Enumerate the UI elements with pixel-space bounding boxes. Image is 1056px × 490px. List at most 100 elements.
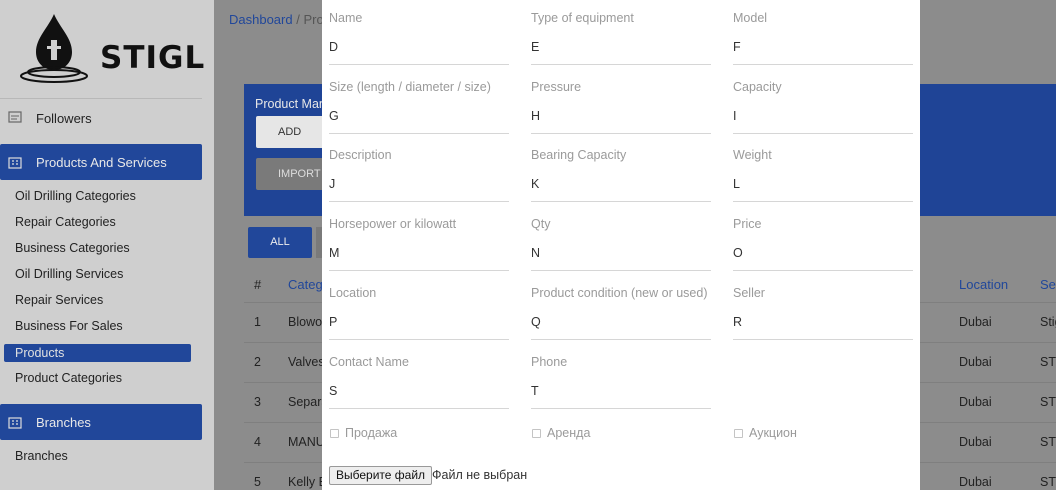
sidebar-item-followers[interactable]: Followers bbox=[0, 100, 202, 136]
field-label: Phone bbox=[531, 355, 568, 369]
divider bbox=[0, 98, 202, 99]
import-button[interactable]: IMPORT bbox=[256, 158, 328, 190]
phone-input[interactable]: T bbox=[531, 384, 711, 409]
capacity-input[interactable]: I bbox=[733, 109, 913, 134]
file-status-text: Файл не выбран bbox=[432, 468, 528, 482]
qty-input[interactable]: N bbox=[531, 246, 711, 271]
cell-seller: STI bbox=[1040, 475, 1056, 489]
cell-number: 1 bbox=[254, 315, 261, 329]
sidebar-subitem-repair-services[interactable]: Repair Services bbox=[15, 293, 103, 307]
logo-text: STIGL bbox=[100, 40, 206, 76]
pressure-field: Pressure H bbox=[531, 80, 711, 134]
phone-field: Phone T bbox=[531, 355, 711, 409]
field-label: Contact Name bbox=[329, 355, 409, 369]
sidebar-subitem-business-categories[interactable]: Business Categories bbox=[15, 241, 130, 255]
filter-all-button[interactable]: ALL bbox=[248, 227, 312, 258]
chat-icon bbox=[8, 111, 22, 123]
column-header-category[interactable]: Categ bbox=[288, 277, 323, 292]
name-field: Name D bbox=[329, 11, 509, 65]
product-condition-input[interactable]: Q bbox=[531, 315, 711, 340]
field-label: Model bbox=[733, 11, 768, 25]
field-label: Description bbox=[329, 148, 392, 162]
logo[interactable]: STIGL bbox=[18, 10, 204, 88]
sidebar-subitem-oil-drilling-categories[interactable]: Oil Drilling Categories bbox=[15, 189, 136, 203]
cell-number: 4 bbox=[254, 435, 261, 449]
cell-number: 2 bbox=[254, 355, 261, 369]
sidebar-item-label: Products And Services bbox=[36, 154, 167, 170]
cell-seller: Stig bbox=[1040, 315, 1056, 329]
equipment-type-field: Type of equipment E bbox=[531, 11, 711, 65]
sidebar-subitem-repair-categories[interactable]: Repair Categories bbox=[15, 215, 116, 229]
cell-category: Valves bbox=[288, 355, 325, 369]
bearing-capacity-input[interactable]: K bbox=[531, 177, 711, 202]
field-label: Name bbox=[329, 11, 363, 25]
auction-checkbox[interactable]: Аукцион bbox=[734, 426, 797, 440]
model-field: Model F bbox=[733, 11, 913, 65]
sidebar-subitem-products[interactable]: Products bbox=[4, 344, 191, 362]
breadcrumb-separator: / bbox=[296, 12, 300, 27]
contact-name-field: Contact Name S bbox=[329, 355, 509, 409]
price-input[interactable]: O bbox=[733, 246, 913, 271]
sidebar-subitem-product-categories[interactable]: Product Categories bbox=[15, 371, 122, 385]
size-input[interactable]: G bbox=[329, 109, 509, 134]
sidebar-item-branches[interactable]: Branches bbox=[0, 404, 202, 440]
sidebar-item-products-and-services[interactable]: Products And Services bbox=[0, 144, 202, 180]
equipment-type-input[interactable]: E bbox=[531, 40, 711, 65]
cell-number: 3 bbox=[254, 395, 261, 409]
product-condition-field: Product condition (new or used) Q bbox=[531, 286, 711, 340]
oil-drop-logo-icon bbox=[20, 14, 88, 83]
field-label: Qty bbox=[531, 217, 551, 231]
checkbox-label: Аренда bbox=[547, 426, 591, 440]
cell-category: MANU bbox=[288, 435, 325, 449]
checkbox-box[interactable] bbox=[734, 428, 743, 438]
location-input[interactable]: P bbox=[329, 315, 509, 340]
cell-number: 5 bbox=[254, 475, 261, 489]
model-input[interactable]: F bbox=[733, 40, 913, 65]
add-new-button[interactable]: ADD NEW bbox=[256, 116, 328, 170]
checkbox-box[interactable] bbox=[532, 428, 541, 438]
price-field: Price O bbox=[733, 217, 913, 271]
horsepower-input[interactable]: M bbox=[329, 246, 509, 271]
seller-field: Seller R bbox=[733, 286, 913, 340]
sidebar-subitem-business-for-sales[interactable]: Business For Sales bbox=[15, 319, 123, 333]
location-field: Location P bbox=[329, 286, 509, 340]
description-field: Description J bbox=[329, 148, 509, 202]
field-label: Size (length / diameter / size) bbox=[329, 80, 491, 94]
field-label: Price bbox=[733, 217, 762, 231]
checkbox-label: Продажа bbox=[345, 426, 398, 440]
breadcrumb-link-dashboard[interactable]: Dashboard bbox=[229, 12, 293, 27]
cell-seller: STI bbox=[1040, 435, 1056, 449]
sidebar: STIGL Followers Products And Services Oi… bbox=[0, 0, 214, 490]
product-form-modal: Name D Type of equipment E Model F Size … bbox=[322, 0, 920, 490]
building-icon bbox=[8, 417, 22, 429]
column-header-seller[interactable]: Sel bbox=[1040, 277, 1056, 292]
bearing-capacity-field: Bearing Capacity K bbox=[531, 148, 711, 202]
cell-location: Dubai bbox=[959, 315, 992, 329]
size-field: Size (length / diameter / size) G bbox=[329, 80, 509, 134]
column-header-location[interactable]: Location bbox=[959, 277, 1008, 292]
field-label: Horsepower or kilowatt bbox=[329, 217, 457, 231]
qty-field: Qty N bbox=[531, 217, 711, 271]
sidebar-subitem-oil-drilling-services[interactable]: Oil Drilling Services bbox=[15, 267, 123, 281]
field-label: Capacity bbox=[733, 80, 782, 94]
cell-seller: STI bbox=[1040, 395, 1056, 409]
breadcrumb-current: Pro bbox=[303, 12, 324, 27]
field-label: Seller bbox=[733, 286, 765, 300]
cell-location: Dubai bbox=[959, 475, 992, 489]
choose-file-button[interactable]: Выберите файл bbox=[329, 466, 433, 485]
name-input[interactable]: D bbox=[329, 40, 509, 65]
cell-category: Blowo bbox=[288, 315, 323, 329]
checkbox-box[interactable] bbox=[330, 428, 339, 438]
sidebar-subitem-branches[interactable]: Branches bbox=[15, 449, 68, 463]
pressure-input[interactable]: H bbox=[531, 109, 711, 134]
sidebar-item-label: Followers bbox=[36, 110, 92, 126]
sale-checkbox[interactable]: Продажа bbox=[330, 426, 397, 440]
weight-input[interactable]: L bbox=[733, 177, 913, 202]
cell-location: Dubai bbox=[959, 355, 992, 369]
description-input[interactable]: J bbox=[329, 177, 509, 202]
weight-field: Weight L bbox=[733, 148, 913, 202]
contact-name-input[interactable]: S bbox=[329, 384, 509, 409]
seller-input[interactable]: R bbox=[733, 315, 913, 340]
rent-checkbox[interactable]: Аренда bbox=[532, 426, 590, 440]
field-label: Type of equipment bbox=[531, 11, 634, 25]
